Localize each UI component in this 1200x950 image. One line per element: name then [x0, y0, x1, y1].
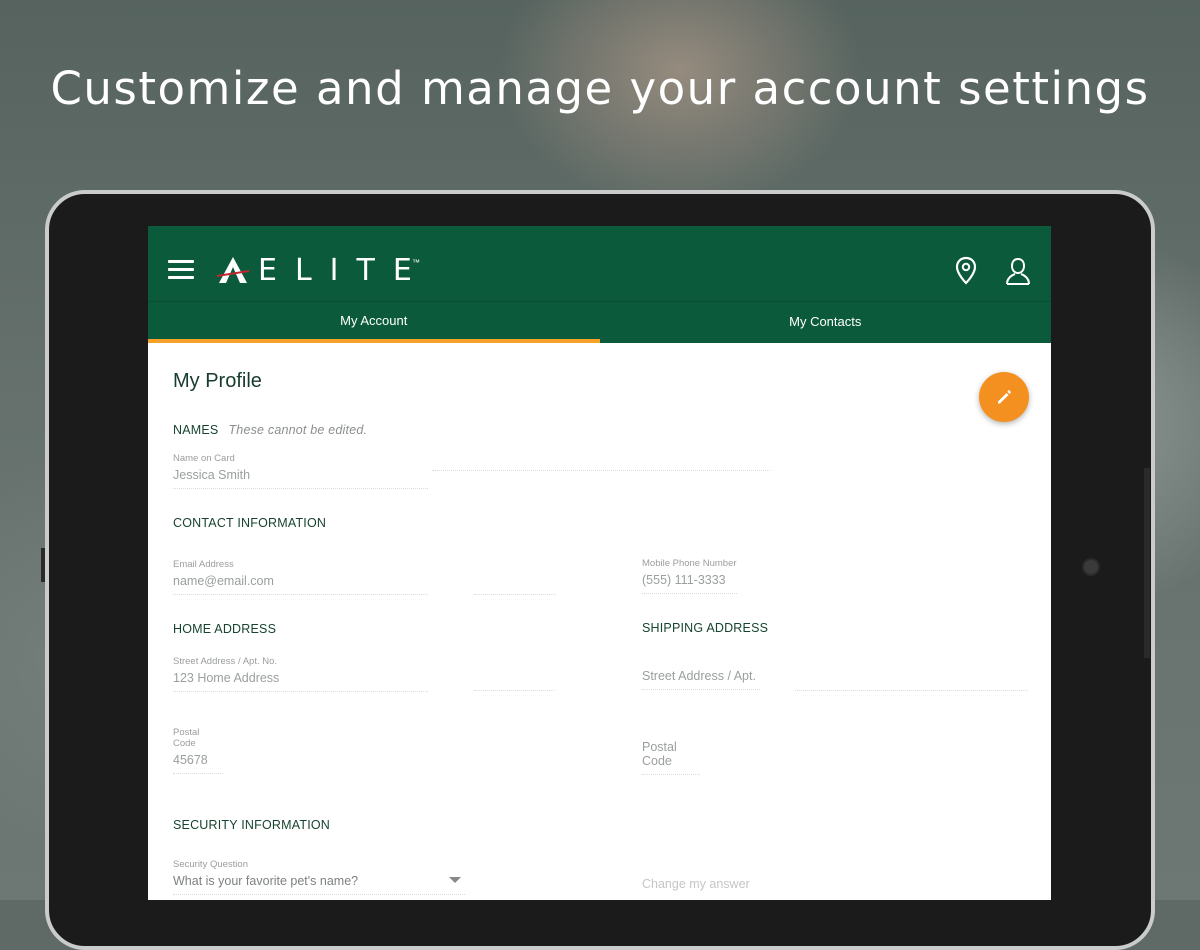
home-postal-label: Postal Code: [173, 727, 200, 749]
pencil-icon: [998, 390, 1011, 404]
elite-logo-mark: [217, 257, 249, 283]
promo-headline: Customize and manage your account settin…: [50, 62, 1150, 115]
tablet-side-button: [41, 548, 45, 582]
divider: [474, 594, 556, 595]
security-answer-placeholder: Change my answer: [642, 877, 750, 891]
home-street-field[interactable]: Street Address / Apt. No. 123 Home Addre…: [173, 656, 428, 692]
email-field[interactable]: Email Address name@email.com: [173, 559, 428, 595]
shipping-postal-placeholder: Postal Code: [642, 740, 677, 768]
tab-my-account[interactable]: My Account: [148, 302, 600, 343]
mobile-phone-label: Mobile Phone Number: [642, 558, 737, 569]
home-postal-value: 45678: [173, 753, 208, 767]
security-answer-field[interactable]: Change my answer: [642, 877, 750, 897]
logo-trademark: ™: [412, 258, 420, 267]
tablet-camera: [1082, 558, 1100, 576]
name-on-card-label: Name on Card: [173, 453, 235, 464]
user-profile-icon[interactable]: [1004, 256, 1034, 288]
home-address-heading: HOME ADDRESS: [173, 622, 277, 636]
elite-logo: ELITE ™: [216, 252, 430, 288]
shipping-postal-field[interactable]: Postal Code: [642, 740, 700, 775]
tab-my-contacts[interactable]: My Contacts: [600, 302, 1052, 343]
edit-profile-button[interactable]: [979, 372, 1029, 422]
logo-wordmark: ELITE: [258, 252, 430, 288]
divider: [795, 690, 1028, 691]
tablet-side-button-right: [1144, 468, 1150, 658]
mobile-phone-field[interactable]: Mobile Phone Number (555) 111-3333: [642, 558, 737, 594]
divider: [432, 470, 770, 471]
home-postal-field[interactable]: Postal Code 45678: [173, 727, 223, 774]
shipping-street-field[interactable]: Street Address / Apt.: [642, 669, 760, 690]
security-question-select[interactable]: Security Question What is your favorite …: [173, 859, 465, 895]
page-title: My Profile: [173, 370, 262, 392]
security-question-label: Security Question: [173, 859, 248, 870]
contact-heading: CONTACT INFORMATION: [173, 516, 327, 530]
divider: [474, 690, 554, 691]
chevron-down-icon: [449, 877, 461, 883]
hamburger-menu-icon[interactable]: [168, 260, 194, 280]
names-readonly-note: These cannot be edited.: [228, 423, 368, 437]
shipping-address-heading: SHIPPING ADDRESS: [642, 621, 769, 635]
email-label: Email Address: [173, 559, 234, 570]
location-pin-icon[interactable]: [954, 256, 984, 288]
shipping-street-placeholder: Street Address / Apt.: [642, 669, 756, 683]
names-heading: NAMES: [173, 423, 219, 437]
account-tabs: My Account My Contacts: [148, 302, 1051, 343]
security-heading: SECURITY INFORMATION: [173, 818, 331, 832]
security-question-value: What is your favorite pet's name?: [173, 874, 359, 888]
app-bar: ELITE ™: [148, 226, 1051, 302]
names-section: NAMES These cannot be edited.: [173, 423, 367, 437]
mobile-phone-value: (555) 111-3333: [642, 573, 726, 587]
name-on-card-value: Jessica Smith: [173, 468, 251, 482]
home-street-label: Street Address / Apt. No.: [173, 656, 278, 667]
home-street-value: 123 Home Address: [173, 671, 280, 685]
email-value: name@email.com: [173, 574, 274, 588]
name-on-card-field: Name on Card Jessica Smith: [173, 453, 428, 489]
